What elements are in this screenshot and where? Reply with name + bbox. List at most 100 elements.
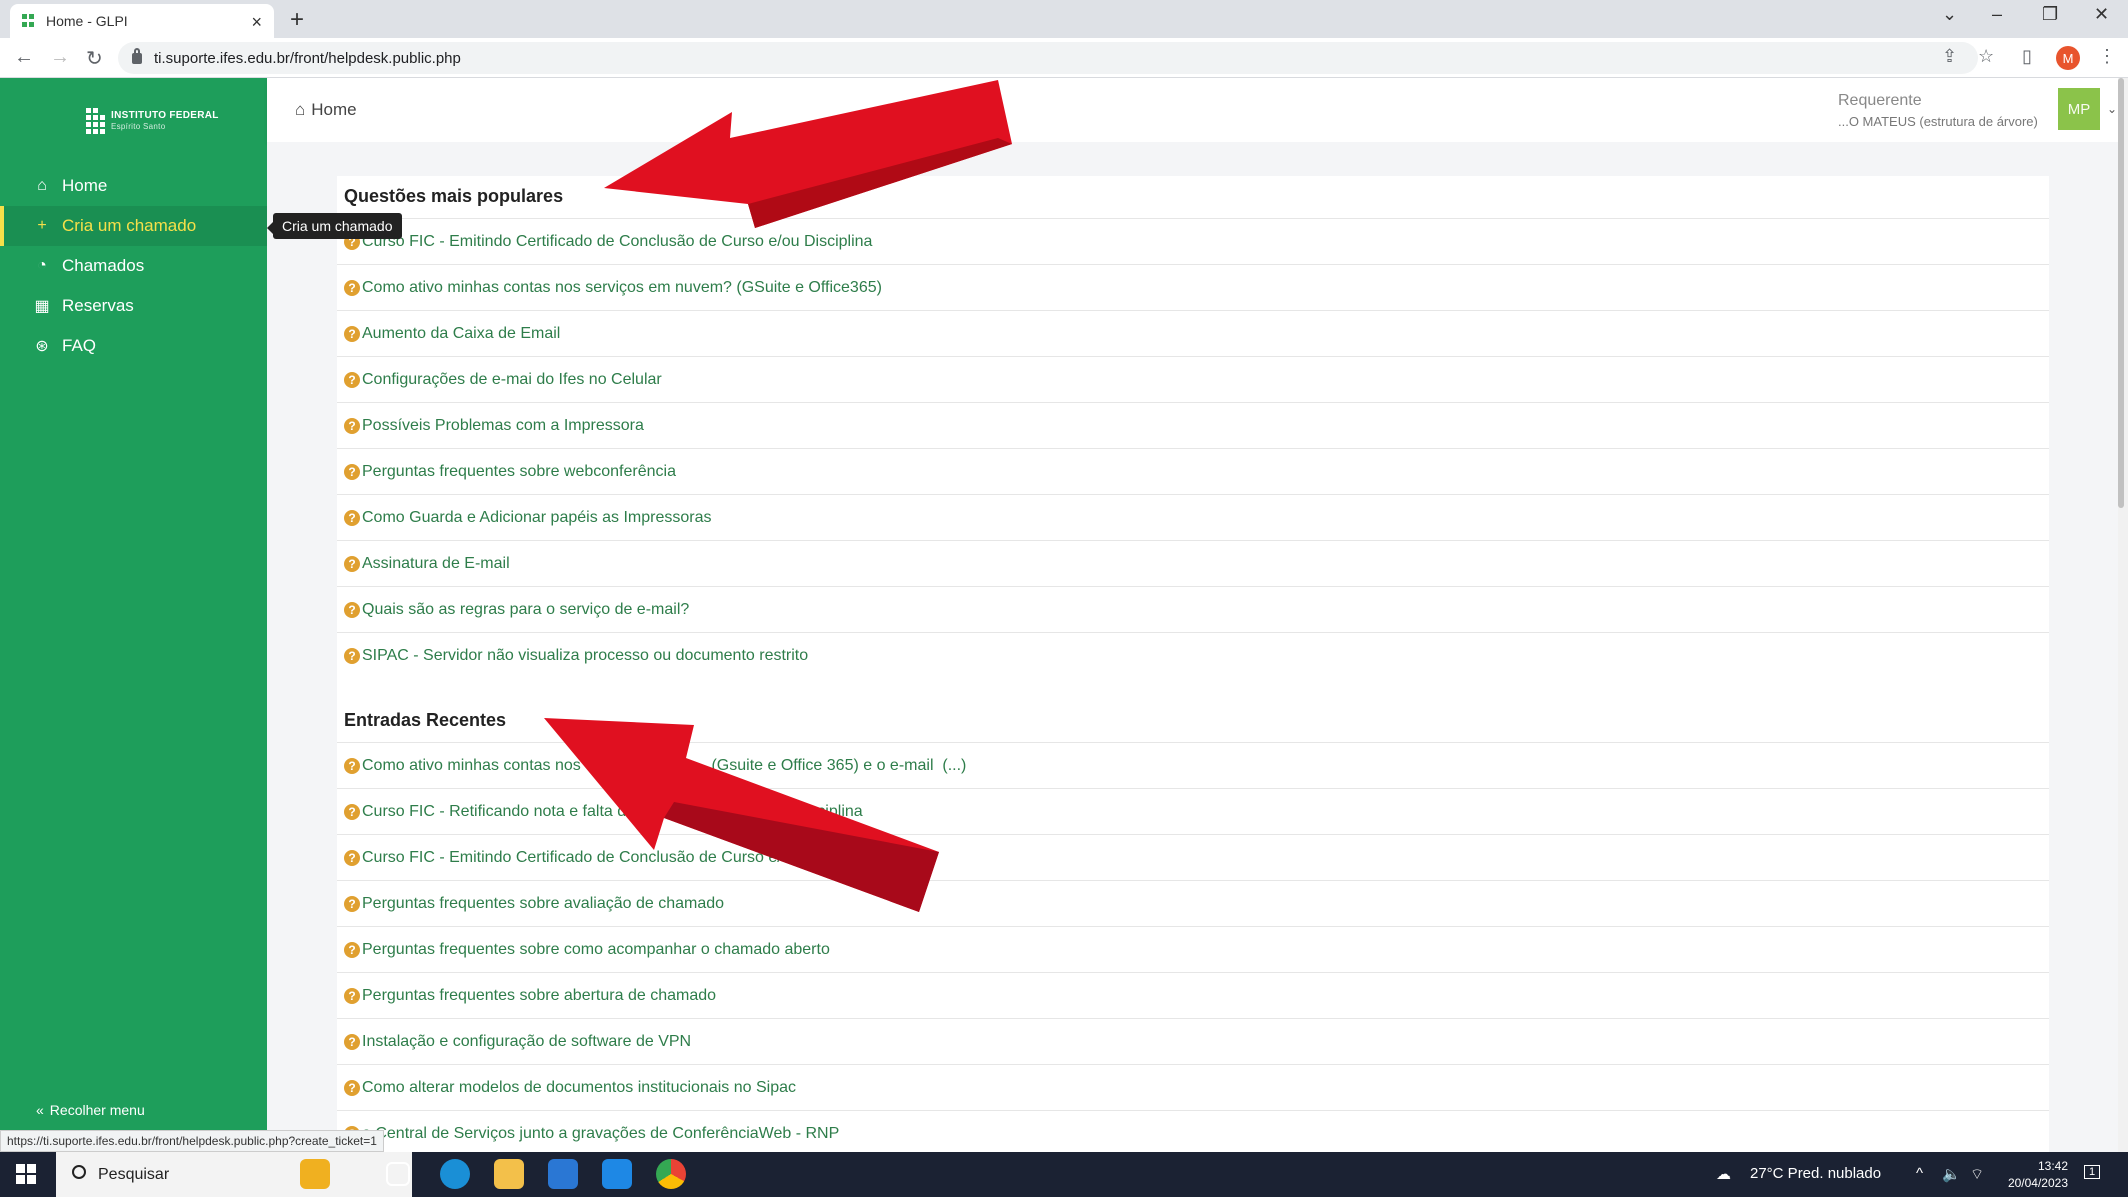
home-icon: ⌂ (37, 177, 47, 194)
address-bar-row: ← → ↻ ti.suporte.ifes.edu.br/front/helpd… (0, 38, 2128, 78)
sidebar-item-reservations[interactable]: ▦ Reservas (0, 286, 267, 326)
kb-item-link[interactable]: Configurações de e-mai do Ifes no Celula… (362, 371, 662, 389)
new-tab-icon[interactable]: + (290, 6, 304, 34)
scrollbar-thumb[interactable] (2118, 78, 2124, 508)
kb-list-item[interactable]: ? SIPAC - Servidor não visualiza processo… (337, 632, 2049, 678)
kb-item-link[interactable]: Como alterar modelos de documentos insti… (362, 1079, 796, 1097)
tab-search-icon[interactable]: ⌄ (1942, 4, 1957, 25)
kb-list-item[interactable]: ? Perguntas frequentes sobre webconferênc… (337, 448, 2049, 494)
collapse-menu-button[interactable]: « Recolher menu (36, 1102, 145, 1118)
question-circle-icon: ? (344, 463, 360, 480)
question-circle-icon: ? (344, 987, 360, 1004)
chevron-up-icon[interactable]: ^ (1916, 1165, 1923, 1182)
kb-list-item[interactable]: ? Como ativo minhas contas nos serviços e… (337, 264, 2049, 310)
kb-item-link[interactable]: a Central de Serviços junto a gravações … (362, 1125, 839, 1143)
collapse-menu-label: Recolher menu (49, 1102, 145, 1118)
bookmark-star-icon[interactable]: ☆ (1978, 46, 1994, 67)
taskbar-search[interactable]: Pesquisar (56, 1152, 412, 1197)
sidebar-item-create-ticket[interactable]: + Cria um chamado (0, 206, 267, 246)
kb-list-item[interactable]: ? Assinatura de E-mail (337, 540, 2049, 586)
windows-start-icon[interactable] (16, 1164, 36, 1184)
widgets-icon[interactable] (300, 1159, 330, 1189)
kb-item-link[interactable]: Perguntas frequentes sobre como acompanh… (362, 941, 830, 959)
clock[interactable]: 13:42 20/04/2023 (1998, 1158, 2068, 1192)
page-header: ⌂ Home Requerente ...O MATEUS (estrutura… (267, 78, 2128, 142)
close-tab-icon[interactable]: × (251, 12, 262, 33)
kb-item-link[interactable]: Instalação e configuração de software de… (362, 1033, 691, 1051)
kb-list-item[interactable]: ? Curso FIC - Emitindo Certificado de Con… (337, 218, 2049, 264)
kb-item-link[interactable]: Perguntas frequentes sobre abertura de c… (362, 987, 716, 1005)
speaker-icon[interactable]: 🔈 (1942, 1165, 1961, 1183)
browser-tab[interactable]: Home - GLPI × (10, 4, 274, 38)
breadcrumb[interactable]: ⌂ Home (295, 100, 357, 120)
question-circle-icon: ? (344, 941, 360, 958)
main-content: Questões mais populares ? Curso FIC - Emi… (267, 142, 2128, 1156)
kb-list-item[interactable]: ? Como Guarda e Adicionar papéis as Impre… (337, 494, 2049, 540)
forward-icon[interactable]: → (50, 46, 70, 69)
question-circle-icon: ? (344, 849, 360, 866)
sidebar-item-tickets[interactable]: ◔ Chamados (0, 246, 267, 286)
kb-list-item[interactable]: ? Instalação e configuração de software d… (337, 1018, 2049, 1064)
kb-item-link[interactable]: Como Guarda e Adicionar papéis as Impres… (362, 509, 712, 527)
kb-list-item[interactable]: ? Perguntas frequentes sobre abertura de … (337, 972, 2049, 1018)
edge-icon[interactable] (440, 1159, 470, 1189)
store-icon[interactable] (548, 1159, 578, 1189)
user-avatar[interactable]: MP (2058, 88, 2100, 130)
weather-text[interactable]: 27°C Pred. nublado (1750, 1165, 1881, 1182)
kb-item-link[interactable]: Quais são as regras para o serviço de e-… (362, 601, 689, 619)
sidebar-item-faq[interactable]: ⊛ FAQ (0, 326, 267, 366)
share-icon[interactable]: ⇪ (1942, 46, 1957, 67)
url-text: ti.suporte.ifes.edu.br/front/helpdesk.pu… (154, 49, 461, 67)
page-scrollbar[interactable] (2118, 78, 2128, 1152)
restore-icon[interactable]: ❐ (2042, 4, 2058, 25)
weather-icon[interactable]: ☁ (1716, 1165, 1731, 1183)
kb-list-item[interactable]: ? Quais são as regras para o serviço de e… (337, 586, 2049, 632)
kb-item-link[interactable]: Perguntas frequentes sobre webconferênci… (362, 463, 676, 481)
notification-icon[interactable]: 1 (2084, 1165, 2101, 1179)
question-circle-icon: ? (344, 371, 360, 388)
kb-list-item[interactable]: ? Como alterar modelos de documentos inst… (337, 1064, 2049, 1110)
lock-icon (132, 47, 142, 64)
kb-list-item[interactable]: ? Aumento da Caixa de Email (337, 310, 2049, 356)
url-field[interactable]: ti.suporte.ifes.edu.br/front/helpdesk.pu… (118, 42, 1978, 74)
sidebar-item-label: FAQ (62, 336, 97, 355)
back-icon[interactable]: ← (14, 46, 34, 69)
question-circle-icon: ? (344, 279, 360, 296)
chevron-down-icon[interactable]: ⌄ (2107, 102, 2117, 116)
browser-menu-icon[interactable]: ⋮ (2098, 46, 2116, 67)
chrome-icon[interactable] (656, 1159, 686, 1189)
kb-list-item[interactable]: ? Configurações de e-mai do Ifes no Celul… (337, 356, 2049, 402)
sidebar-item-label: Chamados (62, 256, 145, 275)
kb-item-link[interactable]: Aumento da Caixa de Email (362, 325, 560, 343)
profile-role[interactable]: Requerente (1838, 92, 1922, 110)
kb-list-item[interactable]: ? Perguntas frequentes sobre como acompan… (337, 926, 2049, 972)
kb-item-link[interactable]: Possíveis Problemas com a Impressora (362, 417, 644, 435)
taskbar-search-placeholder: Pesquisar (98, 1165, 170, 1183)
create-ticket-tooltip: Cria um chamado (267, 213, 402, 239)
question-circle-icon: ? (344, 325, 360, 342)
task-view-icon[interactable] (386, 1162, 410, 1186)
minimize-icon[interactable]: – (1992, 4, 2002, 25)
side-panel-icon[interactable]: ▯ (2022, 46, 2032, 67)
sidebar-item-label: Cria um chamado (62, 216, 197, 235)
kb-list-item[interactable]: ? Possíveis Problemas com a Impressora (337, 402, 2049, 448)
close-window-icon[interactable]: ✕ (2094, 4, 2109, 25)
ifes-logo[interactable]: INSTITUTO FEDERAL Espírito Santo (86, 108, 219, 134)
question-circle-icon: ? (344, 1079, 360, 1096)
kb-list-item[interactable]: ?a Central de Serviços junto a gravações… (337, 1110, 2049, 1156)
red-arrow-annotation-icon (544, 718, 939, 912)
sidebar-item-label: Reservas (62, 296, 134, 315)
profile-avatar[interactable]: M (2056, 46, 2080, 70)
reload-icon[interactable]: ↻ (86, 46, 103, 71)
kb-item-link[interactable]: SIPAC - Servidor não visualiza processo … (362, 647, 808, 665)
kb-item-link[interactable]: Assinatura de E-mail (362, 555, 510, 573)
kb-item-link[interactable]: Curso FIC - Emitindo Certificado de Conc… (362, 233, 872, 251)
kb-item-link[interactable]: Como ativo minhas contas nos serviços em… (362, 279, 882, 297)
network-icon[interactable]: ⌔ (1970, 1165, 1984, 1184)
mail-icon[interactable] (602, 1159, 632, 1189)
calendar-icon: ▦ (34, 298, 50, 315)
entity-name[interactable]: ...O MATEUS (estrutura de árvore) (1838, 114, 2038, 129)
sidebar-item-home[interactable]: ⌂ Home (0, 166, 267, 206)
file-explorer-icon[interactable] (494, 1159, 524, 1189)
clock-date: 20/04/2023 (2007, 1176, 2068, 1190)
